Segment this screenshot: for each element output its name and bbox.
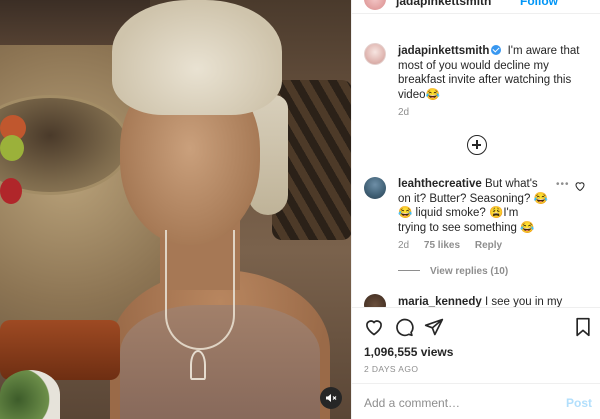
- view-replies-button[interactable]: View replies (10): [398, 266, 508, 277]
- caption-timestamp[interactable]: 2d: [398, 107, 409, 118]
- post-header: jadapinkettsmith Follow: [352, 0, 600, 14]
- reply-button[interactable]: Reply: [475, 240, 502, 251]
- bookmark-icon[interactable]: [573, 317, 593, 337]
- fruit: [0, 178, 22, 204]
- comment-input[interactable]: [364, 394, 544, 412]
- comment-time[interactable]: 2d: [398, 240, 409, 251]
- verified-badge-icon: [491, 45, 502, 55]
- comment-username[interactable]: leahthecreative: [398, 178, 482, 190]
- plus-circle-icon[interactable]: [467, 135, 487, 155]
- comment-likes[interactable]: 75 likes: [424, 240, 460, 251]
- video-player[interactable]: [0, 0, 351, 419]
- follow-button[interactable]: Follow: [520, 0, 558, 8]
- post-comment-button[interactable]: Post: [566, 396, 592, 410]
- comment-bubble-icon[interactable]: [394, 317, 414, 337]
- commenter-avatar[interactable]: [364, 177, 386, 199]
- post-caption: jadapinkettsmith I'm aware that most of …: [398, 44, 588, 102]
- speaker-muted-icon[interactable]: [320, 387, 342, 409]
- speaker-muted-icon-glyph: [326, 394, 337, 402]
- comment-text: I see you in my: [484, 296, 563, 307]
- more-options-icon[interactable]: •••: [556, 179, 570, 190]
- divider-line: [398, 270, 420, 271]
- caption-username[interactable]: jadapinkettsmith: [398, 45, 489, 57]
- comment: maria_kennedy I see you in my: [398, 295, 588, 307]
- paper-plane-icon[interactable]: [424, 317, 444, 337]
- fruit: [0, 135, 24, 161]
- necklace: [165, 230, 235, 350]
- add-comment-bar: Post: [352, 383, 600, 419]
- view-replies-label: View replies (10): [430, 266, 509, 277]
- heart-icon[interactable]: [364, 317, 384, 337]
- ankh-pendant: [190, 350, 206, 380]
- caption-author-avatar[interactable]: [364, 43, 386, 65]
- comment-username[interactable]: maria_kennedy: [398, 296, 482, 307]
- view-count[interactable]: 1,096,555 views: [364, 345, 453, 359]
- salad-plate: [0, 370, 60, 419]
- post-date[interactable]: 2 DAYS AGO: [364, 364, 418, 374]
- action-bar: 1,096,555 views 2 DAYS AGO Post: [352, 307, 600, 419]
- head-wrap: [112, 0, 282, 115]
- comment: leahthecreative But what's on it? Butter…: [398, 177, 548, 235]
- post-side-panel: jadapinkettsmith Follow jadapinkettsmith…: [351, 0, 600, 419]
- author-avatar[interactable]: [364, 0, 386, 10]
- comment-heart-icon[interactable]: [574, 180, 586, 192]
- comment-meta: 2d 75 likes Reply: [398, 240, 514, 251]
- author-username[interactable]: jadapinkettsmith: [396, 0, 491, 8]
